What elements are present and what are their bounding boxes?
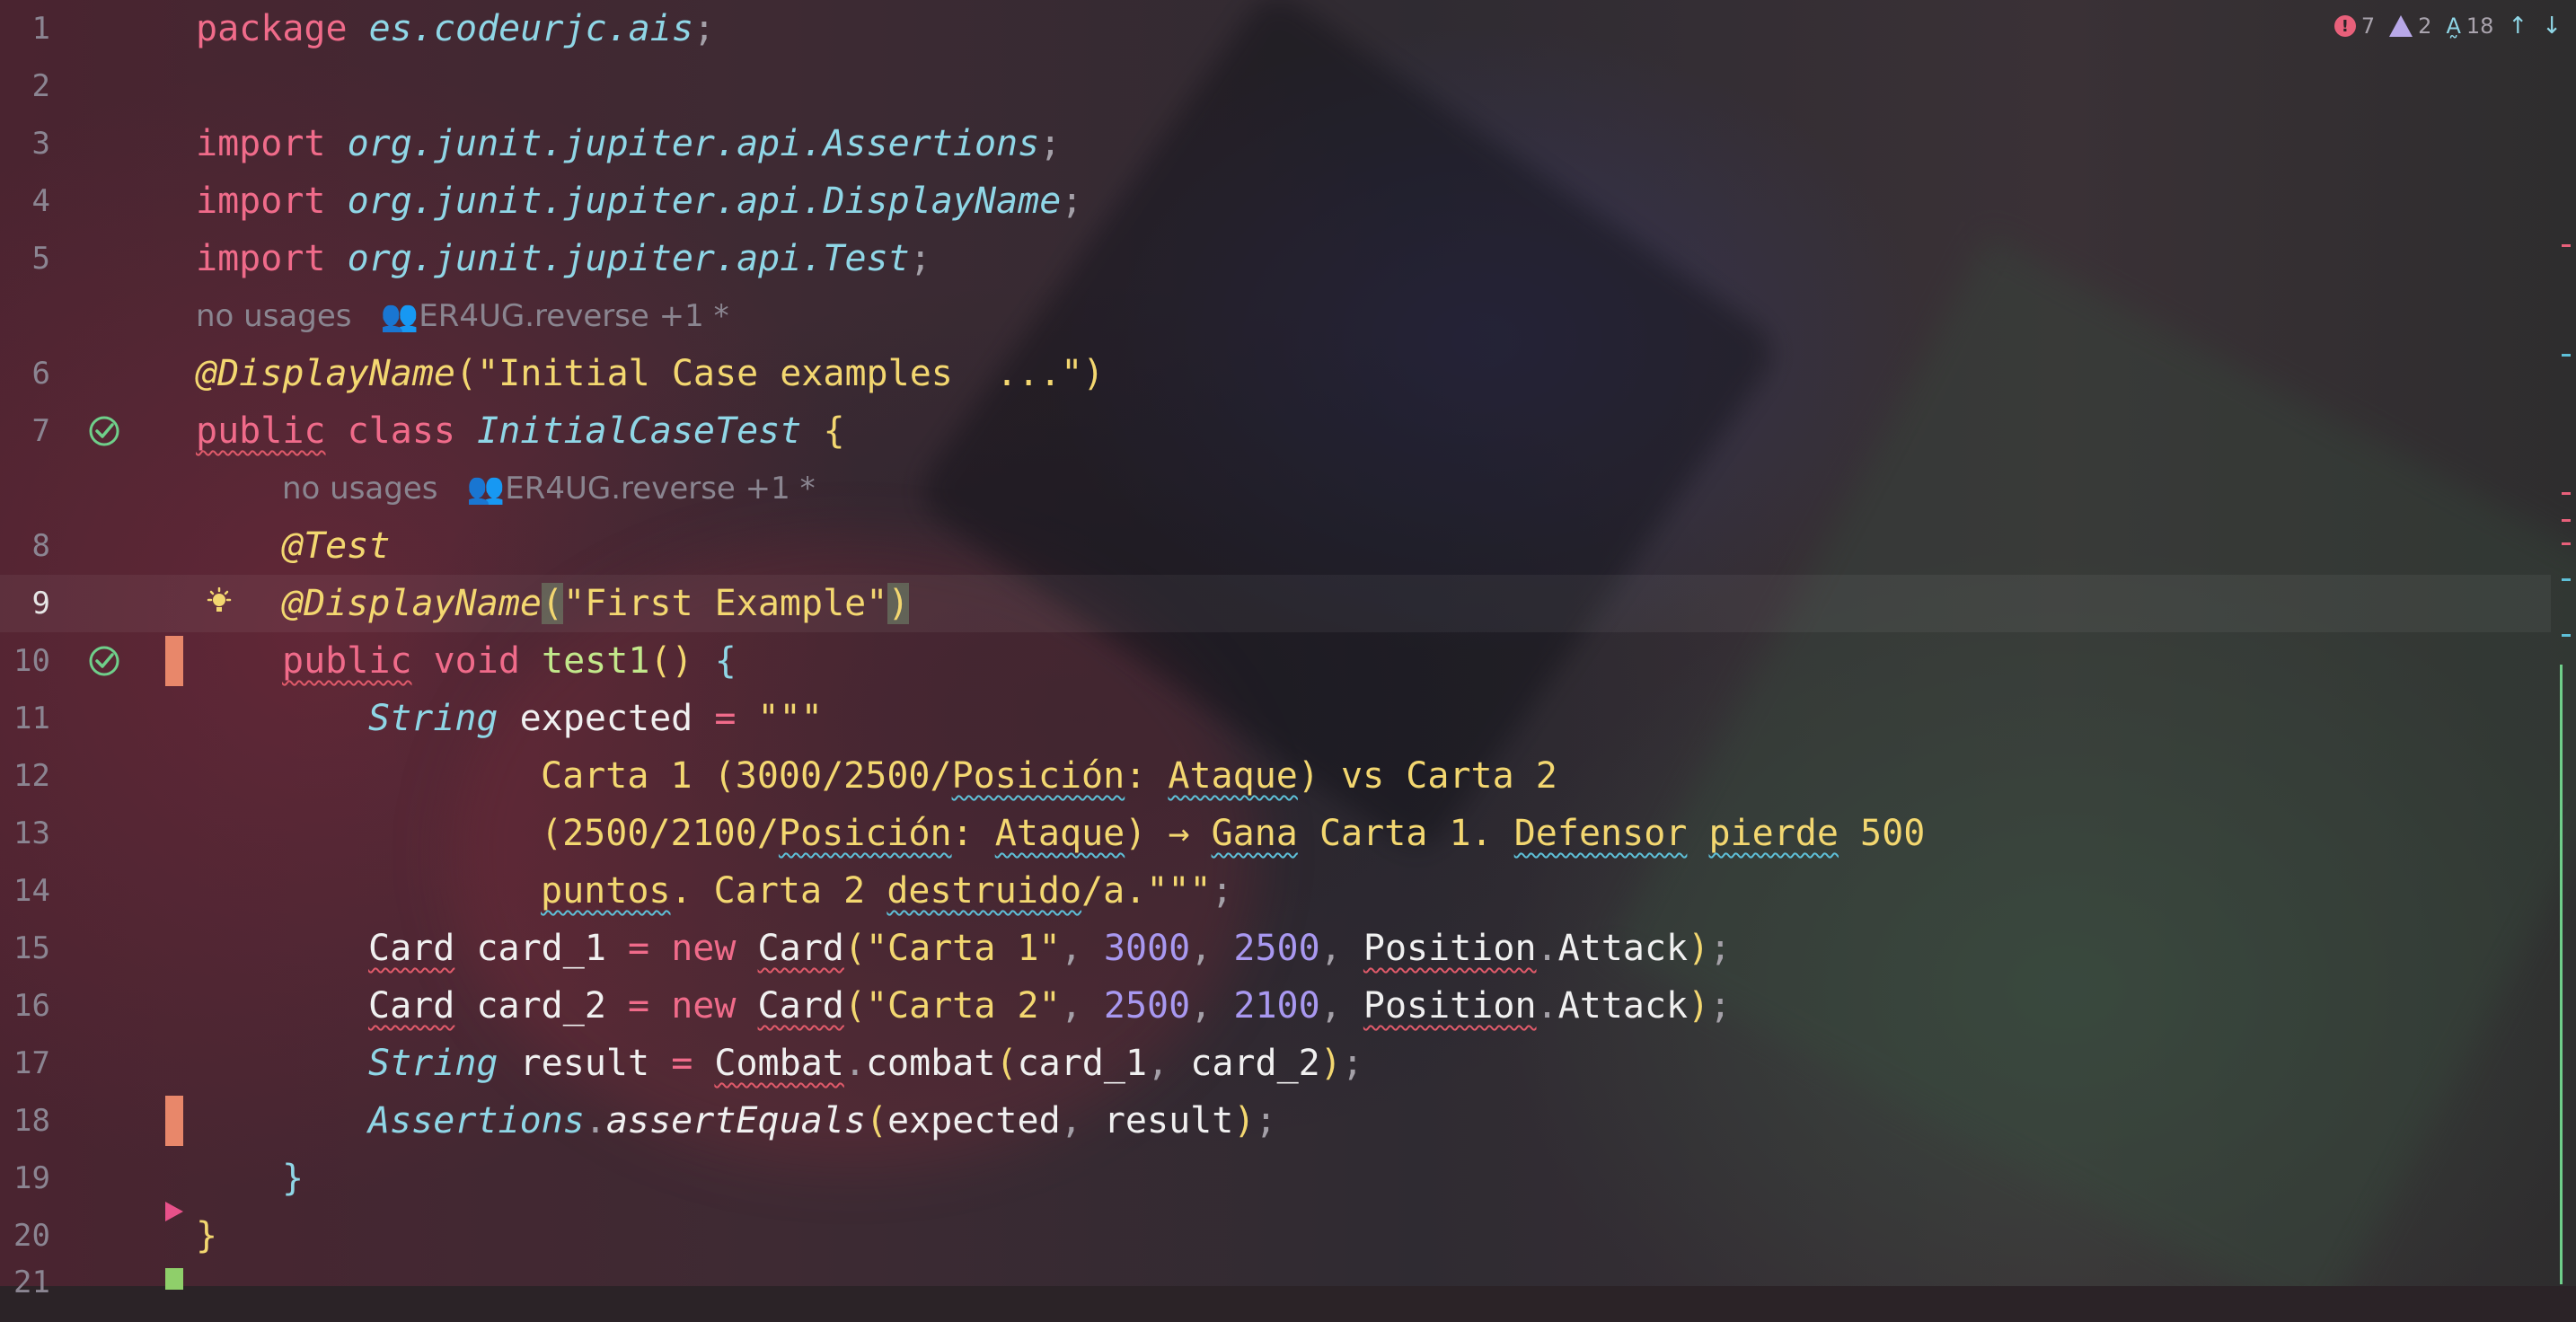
line-number: 20 — [13, 1218, 50, 1254]
line-number: 3 — [31, 126, 50, 162]
code-line[interactable]: 7 public class InitialCaseTest { — [0, 402, 2551, 460]
code-line[interactable]: 18 Assertions.assertEquals(expected, res… — [0, 1092, 2551, 1150]
line-number: 21 — [13, 1265, 50, 1300]
code-line[interactable]: 8 @Test — [0, 517, 2551, 575]
line-number: 15 — [13, 930, 50, 966]
line-number: 12 — [13, 758, 50, 794]
code-editor[interactable]: 1 package es.codeurjc.ais; 2 3 import or… — [0, 0, 2551, 1300]
line-number: 7 — [31, 413, 50, 449]
code-line[interactable]: 21 — [0, 1265, 2551, 1322]
code-vision-hint[interactable]: no usages 👥ER4UG.reverse +1 * — [0, 460, 2551, 517]
vcs-change-marker[interactable] — [165, 636, 183, 686]
line-number: 1 — [31, 11, 50, 47]
code-line[interactable]: 15 Card card_1 = new Card("Carta 1", 300… — [0, 920, 2551, 977]
line-number: 9 — [31, 586, 50, 621]
code-line[interactable]: 20 } — [0, 1202, 2551, 1265]
usages-hint: no usages — [282, 471, 438, 507]
authors-hint: ER4UG.reverse +1 * — [419, 298, 729, 334]
code-line[interactable]: 1 package es.codeurjc.ais; — [0, 0, 2551, 57]
code-line[interactable]: 2 — [0, 57, 2551, 115]
code-line[interactable]: 5 import org.junit.jupiter.api.Test; — [0, 230, 2551, 287]
line-number: 19 — [13, 1160, 50, 1196]
code-vision-hint[interactable]: no usages 👥ER4UG.reverse +1 * — [0, 287, 2551, 345]
lightbulb-icon[interactable] — [205, 587, 234, 620]
code-line[interactable]: 6 @DisplayName("Initial Case examples ..… — [0, 345, 2551, 402]
line-number: 17 — [13, 1045, 50, 1081]
line-number: 16 — [13, 988, 50, 1024]
people-icon: 👥 — [466, 471, 506, 507]
line-number: 11 — [13, 701, 50, 736]
line-number: 10 — [13, 643, 50, 679]
code-line[interactable]: 10 public void test1() { — [0, 632, 2551, 690]
vcs-change-marker[interactable] — [165, 1096, 183, 1146]
line-number: 14 — [13, 873, 50, 909]
code-line[interactable]: 17 String result = Combat.combat(card_1,… — [0, 1035, 2551, 1092]
vcs-added-marker[interactable] — [165, 1268, 183, 1290]
code-line[interactable]: 16 Card card_2 = new Card("Carta 2", 250… — [0, 977, 2551, 1035]
test-passed-icon[interactable] — [88, 645, 120, 677]
line-number: 18 — [13, 1103, 50, 1139]
code-line[interactable]: 12 Carta 1 (3000/2500/Posición: Ataque) … — [0, 747, 2551, 805]
code-line[interactable]: 19 } — [0, 1150, 2551, 1207]
authors-hint: ER4UG.reverse +1 * — [505, 471, 816, 507]
line-number: 4 — [31, 183, 50, 219]
line-number: 2 — [31, 68, 50, 104]
line-number: 5 — [31, 241, 50, 277]
code-line-current[interactable]: 9 @DisplayName("First Example") — [0, 575, 2551, 632]
line-number: 6 — [31, 356, 50, 392]
error-stripe[interactable] — [2560, 0, 2571, 1286]
code-line[interactable]: 3 import org.junit.jupiter.api.Assertion… — [0, 115, 2551, 172]
code-line[interactable]: 13 (2500/2100/Posición: Ataque) → Gana C… — [0, 805, 2551, 862]
code-line[interactable]: 4 import org.junit.jupiter.api.DisplayNa… — [0, 172, 2551, 230]
test-passed-icon[interactable] — [88, 415, 120, 447]
people-icon: 👥 — [380, 298, 419, 334]
code-line[interactable]: 11 String expected = """ — [0, 690, 2551, 747]
deleted-lines-marker[interactable] — [165, 1202, 183, 1221]
code-line[interactable]: 14 puntos. Carta 2 destruido/a."""; — [0, 862, 2551, 920]
line-number: 8 — [31, 528, 50, 564]
line-number: 13 — [13, 815, 50, 851]
usages-hint: no usages — [196, 298, 352, 334]
